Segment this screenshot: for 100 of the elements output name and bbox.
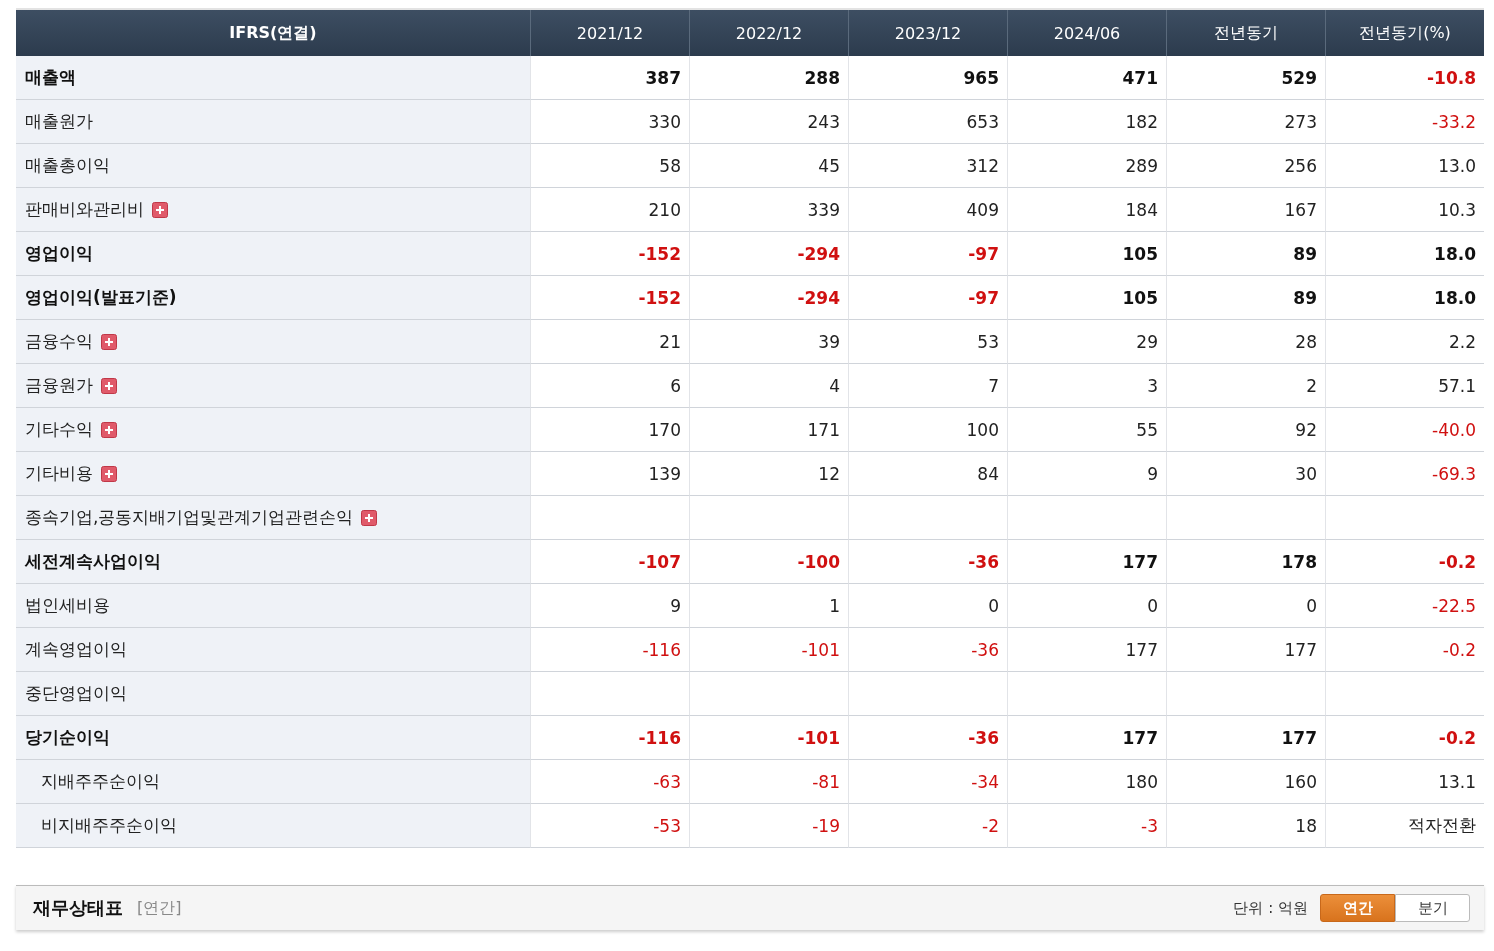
table-cell: 39 — [689, 320, 848, 364]
column-header: 2024/06 — [1007, 10, 1166, 56]
row-label: 기타비용 — [25, 462, 93, 485]
table-cell: -101 — [689, 716, 848, 760]
table-cell: 529 — [1166, 56, 1325, 100]
table-cell: -19 — [689, 804, 848, 848]
table-cell: -81 — [689, 760, 848, 804]
row-label: 중단영업이익 — [25, 682, 127, 705]
table-cell: 177 — [1007, 628, 1166, 672]
table-cell: -294 — [689, 276, 848, 320]
table-cell: 3 — [1007, 364, 1166, 408]
table-cell: 471 — [1007, 56, 1166, 100]
table-cell: -3 — [1007, 804, 1166, 848]
column-header: 2022/12 — [689, 10, 848, 56]
table-cell: 89 — [1166, 232, 1325, 276]
table-cell: 2 — [1166, 364, 1325, 408]
table-cell: 105 — [1007, 232, 1166, 276]
column-header: IFRS(연결) — [16, 10, 530, 56]
table-cell: -53 — [530, 804, 689, 848]
row-label: 법인세비용 — [25, 594, 110, 617]
row-label: 영업이익 — [25, 242, 93, 265]
table-cell: 167 — [1166, 188, 1325, 232]
table-cell: -0.2 — [1325, 540, 1484, 584]
table-cell: -0.2 — [1325, 628, 1484, 672]
table-cell: 12 — [689, 452, 848, 496]
table-cell: -97 — [848, 232, 1007, 276]
row-label: 매출총이익 — [25, 154, 110, 177]
table-cell: 28 — [1166, 320, 1325, 364]
row-label: 지배주주순이익 — [41, 770, 160, 793]
expand-plus-icon[interactable] — [152, 201, 168, 218]
row-label: 판매비와관리비 — [25, 198, 144, 221]
row-label: 비지배주주순이익 — [41, 814, 177, 837]
table-cell: 4 — [689, 364, 848, 408]
table-cell: 178 — [1166, 540, 1325, 584]
table-cell: 965 — [848, 56, 1007, 100]
table-cell: -101 — [689, 628, 848, 672]
table-cell: -294 — [689, 232, 848, 276]
table-cell: 18.0 — [1325, 232, 1484, 276]
table-cell: 2.2 — [1325, 320, 1484, 364]
table-cell: 9 — [530, 584, 689, 628]
table-cell: 6 — [530, 364, 689, 408]
table-cell: 0 — [1007, 584, 1166, 628]
table-cell: -10.8 — [1325, 56, 1484, 100]
row-label: 영업이익(발표기준) — [25, 286, 177, 309]
table-cell: 387 — [530, 56, 689, 100]
table-cell: -63 — [530, 760, 689, 804]
table-cell: 55 — [1007, 408, 1166, 452]
table-cell: -116 — [530, 716, 689, 760]
table-cell: 210 — [530, 188, 689, 232]
table-cell: 177 — [1007, 540, 1166, 584]
table-cell: 100 — [848, 408, 1007, 452]
table-cell: -107 — [530, 540, 689, 584]
table-cell: 288 — [689, 56, 848, 100]
table-cell: -0.2 — [1325, 716, 1484, 760]
period-toggle[interactable]: 분기 — [1395, 894, 1470, 922]
expand-plus-icon[interactable] — [101, 421, 117, 438]
unit-label: 단위 : 억원 — [1233, 898, 1308, 918]
column-header: 2023/12 — [848, 10, 1007, 56]
table-cell: 653 — [848, 100, 1007, 144]
table-cell: 적자전환 — [1325, 804, 1484, 848]
table-cell: 21 — [530, 320, 689, 364]
table-cell: 13.0 — [1325, 144, 1484, 188]
column-header: 전년동기(%) — [1325, 10, 1484, 56]
table-cell: 18 — [1166, 804, 1325, 848]
table-cell: -152 — [530, 232, 689, 276]
table-cell: 45 — [689, 144, 848, 188]
table-cell: -40.0 — [1325, 408, 1484, 452]
table-cell: -36 — [848, 540, 1007, 584]
table-cell: 243 — [689, 100, 848, 144]
section-title: 재무상태표 — [33, 896, 123, 920]
row-label: 세전계속사업이익 — [25, 550, 161, 573]
row-label: 금융수익 — [25, 330, 93, 353]
expand-plus-icon[interactable] — [101, 333, 117, 350]
table-cell: -116 — [530, 628, 689, 672]
table-cell: 9 — [1007, 452, 1166, 496]
expand-plus-icon[interactable] — [101, 377, 117, 394]
table-cell: 13.1 — [1325, 760, 1484, 804]
table-cell: 330 — [530, 100, 689, 144]
table-cell: 184 — [1007, 188, 1166, 232]
period-label: [연간] — [137, 897, 182, 919]
table-cell: 409 — [848, 188, 1007, 232]
column-header: 전년동기 — [1166, 10, 1325, 56]
table-cell: 177 — [1166, 716, 1325, 760]
row-label: 매출액 — [25, 66, 76, 89]
table-cell: 273 — [1166, 100, 1325, 144]
table-cell: 57.1 — [1325, 364, 1484, 408]
table-cell: 7 — [848, 364, 1007, 408]
table-cell: 0 — [848, 584, 1007, 628]
expand-plus-icon[interactable] — [101, 465, 117, 482]
table-cell: -97 — [848, 276, 1007, 320]
table-cell: 89 — [1166, 276, 1325, 320]
table-cell: 92 — [1166, 408, 1325, 452]
table-cell: 312 — [848, 144, 1007, 188]
table-cell: 171 — [689, 408, 848, 452]
column-header: 2021/12 — [530, 10, 689, 56]
expand-plus-icon[interactable] — [361, 509, 378, 526]
table-cell: 10.3 — [1325, 188, 1484, 232]
table-cell: -33.2 — [1325, 100, 1484, 144]
table-cell: -22.5 — [1325, 584, 1484, 628]
table-cell: 30 — [1166, 452, 1325, 496]
